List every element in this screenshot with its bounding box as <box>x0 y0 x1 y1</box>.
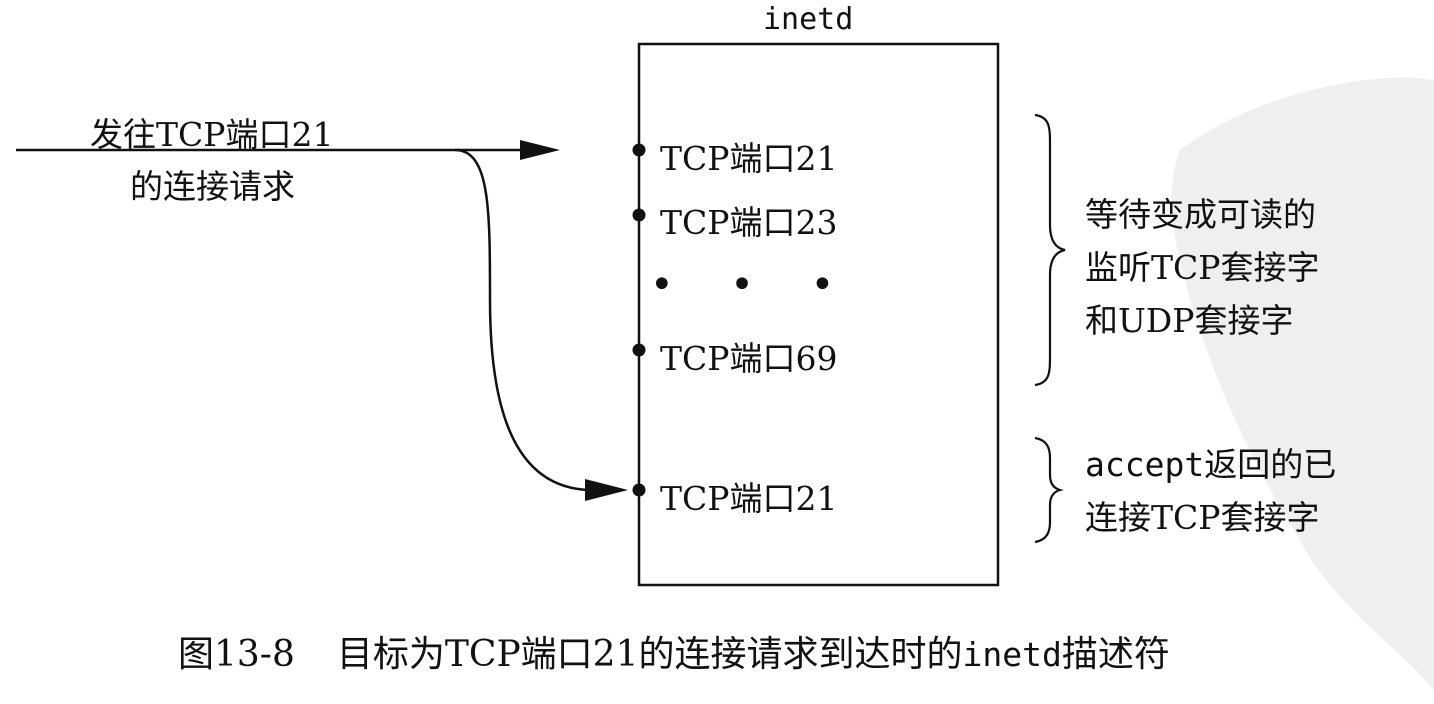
listening-note: 等待变成可读的 监听TCP套接字 和UDP套接字 <box>1085 188 1319 347</box>
accepted-note-line-1: accept返回的已 <box>1085 438 1336 491</box>
accepted-note: accept返回的已 连接TCP套接字 <box>1085 438 1336 544</box>
watermark-shape <box>1171 77 1434 691</box>
caption-code: inetd <box>962 635 1062 674</box>
incoming-label-line-1: 发往TCP端口21 <box>90 115 334 154</box>
accepted-brace <box>1034 436 1064 544</box>
accept-arrowhead <box>585 479 628 501</box>
accept-code: accept <box>1085 445 1205 484</box>
port-dot-21 <box>632 143 646 157</box>
incoming-arrowhead <box>520 140 560 160</box>
accepted-port-label-21: TCP端口21 <box>660 479 838 518</box>
port-label-21: TCP端口21 <box>660 139 838 178</box>
incoming-label-line-2: 的连接请求 <box>130 167 295 206</box>
caption-suffix: 描述符 <box>1061 634 1170 675</box>
port-label-69: TCP端口69 <box>660 339 838 378</box>
accept-connection-curve <box>454 148 591 492</box>
listening-note-line-1: 等待变成可读的 <box>1085 195 1316 234</box>
listening-note-line-3: 和UDP套接字 <box>1085 301 1294 340</box>
figure-caption: 图13-8 目标为TCP端口21的连接请求到达时的inetd描述符 <box>178 625 1170 677</box>
inetd-box-title: inetd <box>763 2 854 37</box>
listening-brace <box>1034 113 1066 387</box>
caption-text: 目标为TCP端口21的连接请求到达时的 <box>336 634 963 675</box>
accepted-note-line-1-rest: 返回的已 <box>1204 445 1337 484</box>
ellipsis: • • • <box>650 262 857 308</box>
port-dot-69 <box>632 343 646 357</box>
port-dot-23 <box>632 208 646 222</box>
accepted-note-line-2: 连接TCP套接字 <box>1085 498 1320 537</box>
caption-number: 图13-8 <box>178 634 295 675</box>
port-dot-accepted-21 <box>632 483 646 497</box>
port-label-23: TCP端口23 <box>660 203 838 242</box>
listening-note-line-2: 监听TCP套接字 <box>1085 248 1320 287</box>
